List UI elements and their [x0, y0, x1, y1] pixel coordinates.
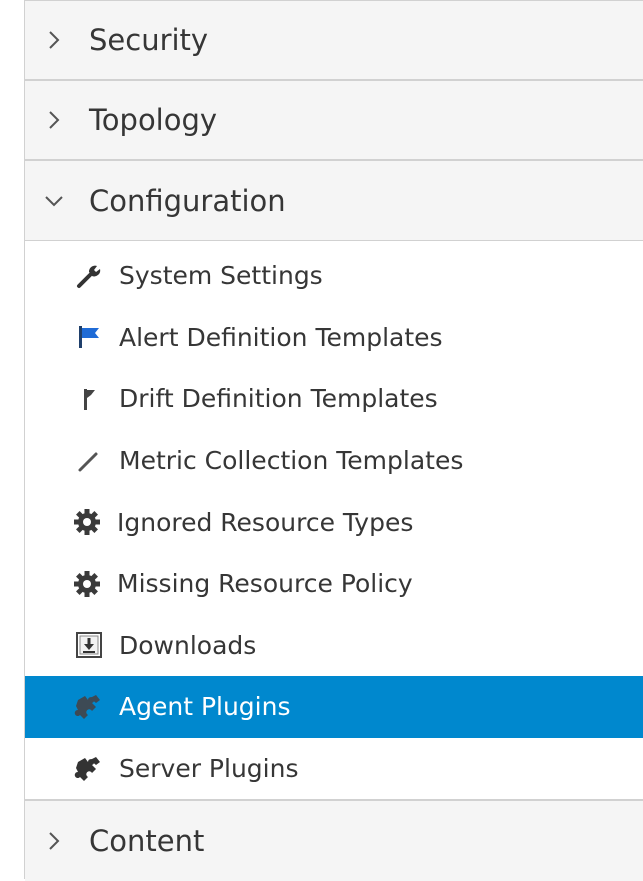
drift-flag-icon [71, 381, 107, 417]
nav-item-label: Server Plugins [119, 754, 299, 784]
navigation-panel: Security Topology Configuration System S… [0, 0, 643, 881]
nav-item-label: Drift Definition Templates [119, 384, 438, 414]
section-content[interactable]: Content [25, 801, 643, 881]
gear-icon [69, 566, 105, 602]
nav-tree: Security Topology Configuration System S… [24, 0, 643, 881]
download-icon [71, 627, 107, 663]
gear-icon [69, 504, 105, 540]
chevron-right-icon [39, 25, 69, 55]
section-topology[interactable]: Topology [25, 81, 643, 161]
wrench-icon [71, 258, 107, 294]
chevron-right-icon [39, 826, 69, 856]
section-configuration[interactable]: Configuration [25, 161, 643, 241]
section-security-label: Security [89, 23, 209, 57]
nav-item-drift-definition-templates[interactable]: Drift Definition Templates [25, 368, 643, 430]
nav-item-downloads[interactable]: Downloads [25, 615, 643, 677]
nav-item-system-settings[interactable]: System Settings [25, 245, 643, 307]
section-content-label: Content [89, 824, 205, 859]
nav-item-ignored-resource-types[interactable]: Ignored Resource Types [25, 491, 643, 553]
nav-item-label: Ignored Resource Types [117, 507, 414, 537]
pencil-icon [71, 443, 107, 479]
nav-item-agent-plugins[interactable]: Agent Plugins [25, 676, 643, 738]
section-topology-label: Topology [89, 103, 218, 137]
nav-item-alert-definition-templates[interactable]: Alert Definition Templates [25, 307, 643, 369]
nav-item-label: Missing Resource Policy [117, 569, 413, 599]
nav-item-label: Metric Collection Templates [119, 446, 464, 476]
section-configuration-label: Configuration [89, 183, 286, 218]
nav-item-label: System Settings [119, 261, 323, 291]
nav-item-server-plugins[interactable]: Server Plugins [25, 738, 643, 800]
flag-icon [71, 319, 107, 355]
chevron-right-icon [39, 105, 69, 135]
puzzle-icon [71, 689, 107, 725]
nav-item-metric-collection-templates[interactable]: Metric Collection Templates [25, 430, 643, 492]
nav-item-missing-resource-policy[interactable]: Missing Resource Policy [25, 553, 643, 615]
puzzle-icon [71, 751, 107, 787]
configuration-items: System Settings Alert Definition Templat… [25, 241, 643, 802]
section-security[interactable]: Security [25, 1, 643, 81]
chevron-down-icon [39, 186, 69, 216]
nav-item-label: Agent Plugins [119, 692, 291, 722]
nav-item-label: Downloads [119, 630, 257, 660]
nav-item-label: Alert Definition Templates [119, 322, 443, 352]
